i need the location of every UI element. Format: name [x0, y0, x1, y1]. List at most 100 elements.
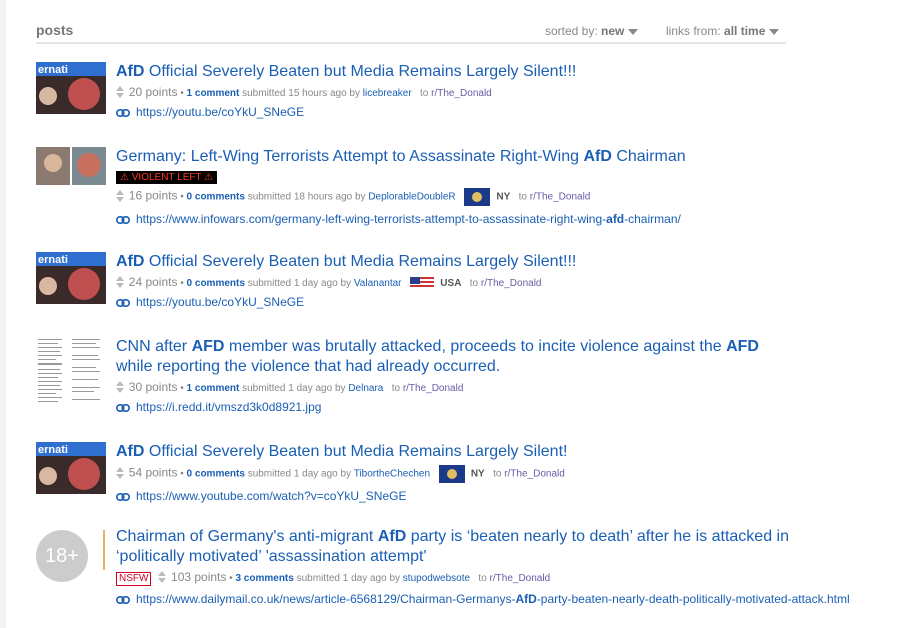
post-title-link[interactable]: CNN after AFD member was brutally attack… [116, 337, 856, 377]
comments-link[interactable]: 0 comments [187, 278, 245, 289]
author-link[interactable]: TibortheChechen [354, 469, 430, 480]
submitted-text: submitted 1 day ago by [247, 468, 352, 480]
author-link[interactable]: Valanantar [354, 278, 402, 289]
photo-thumbnail-icon [36, 147, 106, 185]
link-icon [116, 595, 130, 604]
vote-arrows-icon[interactable] [158, 571, 167, 583]
submitted-text: submitted 1 day ago by [247, 278, 352, 289]
subreddit-link[interactable]: r/The_Donald [431, 88, 492, 99]
subreddit-link[interactable]: r/The_Donald [403, 383, 464, 394]
svg-text:ernati: ernati [38, 64, 68, 76]
subreddit-link[interactable]: r/The_Donald [490, 573, 551, 584]
author-link[interactable]: Delnara [348, 383, 383, 394]
vote-arrows-icon[interactable] [116, 189, 124, 202]
document-thumbnail-icon [36, 337, 106, 407]
link-icon [116, 108, 130, 117]
posts-title: posts [36, 22, 74, 38]
post-title-link[interactable]: Chairman of Germany's anti-migrant AfD p… [116, 527, 856, 567]
post-meta: 30 points • 1 comment submitted 1 day ag… [116, 380, 856, 394]
submitted-text: submitted 1 day ago by [296, 573, 401, 584]
post-url-link[interactable]: https://www.dailymail.co.uk/news/article… [116, 592, 856, 606]
post-url-link[interactable]: https://i.redd.it/vmszd3k0d8921.jpg [116, 400, 856, 414]
post-meta: 16 points • 0 comments submitted 18 hour… [116, 188, 856, 206]
author-link[interactable]: licebreaker [363, 88, 412, 99]
to-text: to [420, 88, 429, 99]
comments-link[interactable]: 0 comments [187, 192, 245, 203]
links-from-dropdown[interactable]: links from: all time [666, 24, 780, 38]
post-thumbnail[interactable]: ernati [36, 62, 106, 114]
comments-link[interactable]: 3 comments [235, 573, 293, 584]
vote-arrows-icon[interactable] [116, 276, 124, 288]
user-location: NY [496, 191, 511, 203]
author-link[interactable]: stupodwebsote [403, 573, 470, 584]
post-meta: 24 points • 0 comments submitted 1 day a… [116, 275, 856, 290]
keyword-highlight: AfD [583, 148, 612, 165]
post-points: 54 points [128, 465, 178, 480]
user-location: USA [440, 278, 462, 289]
nsfw-divider [103, 530, 105, 570]
link-icon [116, 403, 130, 412]
subreddit-link[interactable]: r/The_Donald [504, 469, 565, 480]
us-flag-icon [410, 277, 435, 290]
post-thumbnail[interactable]: ernati [36, 442, 106, 494]
author-link[interactable]: DeplorableDoubleR [368, 192, 455, 203]
keyword-highlight: AfD [116, 63, 145, 80]
video-thumbnail-icon: ernati [36, 62, 106, 114]
sort-value: new [601, 24, 625, 38]
submitted-text: submitted 1 day ago by [242, 383, 346, 394]
chevron-down-icon [769, 28, 780, 35]
sort-dropdown[interactable]: sorted by: new [545, 24, 639, 38]
post-thumbnail[interactable]: ernati [36, 252, 106, 304]
sort-label: sorted by: [545, 24, 598, 38]
post-title-link[interactable]: AfD Official Severely Beaten but Media R… [116, 252, 856, 272]
to-text: to [391, 383, 401, 394]
post-url-link[interactable]: https://youtu.be/coYkU_SNeGE [116, 295, 856, 309]
keyword-highlight: AFD [726, 338, 759, 355]
post-meta: 54 points • 0 comments submitted 1 day a… [116, 465, 856, 483]
nsfw-badge: NSFW [116, 572, 152, 586]
ny-flag-icon [438, 465, 465, 483]
post-points: 20 points [128, 85, 178, 99]
user-location: NY [470, 468, 485, 480]
post-thumbnail[interactable] [36, 147, 106, 185]
post-flair: ⚠ VIOLENT LEFT ⚠ [116, 171, 218, 184]
svg-text:ernati: ernati [38, 254, 68, 266]
post-url-link[interactable]: https://youtu.be/coYkU_SNeGE [116, 105, 856, 119]
to-text: to [469, 278, 479, 289]
keyword-highlight: AfD [116, 443, 145, 460]
post-title-link[interactable]: AfD Official Severely Beaten but Media R… [116, 442, 856, 462]
comments-link[interactable]: 0 comments [187, 469, 245, 480]
post-meta: NSFW 103 points • 3 comments submitted 1… [116, 570, 856, 586]
link-icon [116, 299, 130, 308]
video-thumbnail-icon: ernati [36, 442, 106, 494]
post-title-link[interactable]: AfD Official Severely Beaten but Media R… [116, 62, 856, 82]
post-points: 103 points [171, 570, 227, 584]
link-icon [116, 215, 130, 224]
left-rule [0, 0, 6, 628]
post-points: 16 points [128, 188, 178, 203]
posts-header: posts sorted by: new links from: all tim… [36, 18, 786, 44]
to-text: to [493, 468, 502, 480]
vote-arrows-icon[interactable] [116, 381, 124, 393]
chevron-down-icon [628, 28, 639, 35]
video-thumbnail-icon: ernati [36, 252, 106, 304]
comments-link[interactable]: 1 comment [187, 383, 240, 394]
post-thumbnail[interactable] [36, 337, 106, 407]
links-from-label: links from: [666, 24, 721, 38]
vote-arrows-icon[interactable] [116, 466, 124, 479]
subreddit-link[interactable]: r/The_Donald [481, 278, 542, 289]
vote-arrows-icon[interactable] [116, 86, 124, 98]
to-text: to [478, 573, 487, 584]
keyword-highlight: AfD [116, 253, 145, 270]
post-points: 30 points [128, 380, 178, 394]
post-thumbnail[interactable]: 18+ [36, 530, 106, 582]
links-from-value: all time [724, 24, 766, 38]
post-meta: 20 points • 1 comment submitted 15 hours… [116, 85, 856, 99]
post-url-link[interactable]: https://www.youtube.com/watch?v=coYkU_SN… [116, 489, 856, 503]
svg-text:ernati: ernati [38, 444, 68, 456]
post-url-link[interactable]: https://www.infowars.com/germany-left-wi… [116, 212, 856, 226]
post-title-link[interactable]: Germany: Left-Wing Terrorists Attempt to… [116, 147, 856, 167]
subreddit-link[interactable]: r/The_Donald [530, 192, 591, 203]
post-points: 24 points [128, 275, 178, 289]
comments-link[interactable]: 1 comment [187, 88, 240, 99]
